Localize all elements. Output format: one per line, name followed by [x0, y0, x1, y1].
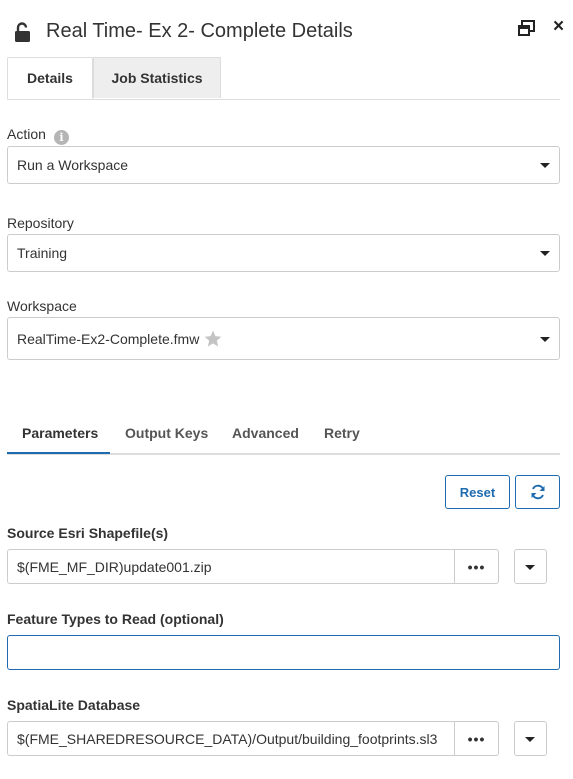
main-tabs: Details Job Statistics	[7, 57, 560, 100]
browse-spatialite-button[interactable]: •••	[455, 721, 499, 756]
workspace-value-wrap: RealTime-Ex2-Complete.fmw	[17, 329, 223, 349]
job-details-panel: Real Time- Ex 2- Complete Details × Deta…	[0, 0, 573, 779]
repository-value: Training	[17, 245, 68, 261]
panel-header: Real Time- Ex 2- Complete Details ×	[0, 0, 573, 56]
tab-job-statistics[interactable]: Job Statistics	[93, 57, 221, 98]
spatialite-input[interactable]: $(FME_SHAREDRESOURCE_DATA)/Output/buildi…	[7, 721, 455, 756]
spatialite-value: $(FME_SHAREDRESOURCE_DATA)/Output/buildi…	[17, 730, 438, 747]
workspace-label: Workspace	[7, 298, 77, 314]
source-shapefile-value: $(FME_MF_DIR)update001.zip	[17, 558, 212, 575]
popout-window-icon[interactable]	[517, 20, 535, 38]
chevron-down-icon	[540, 163, 550, 168]
tab-parameters[interactable]: Parameters	[22, 425, 98, 441]
close-icon[interactable]: ×	[553, 17, 564, 37]
spatialite-options-dropdown[interactable]	[514, 721, 547, 756]
source-options-dropdown[interactable]	[514, 549, 547, 584]
chevron-down-icon	[540, 336, 550, 342]
repository-select[interactable]: Training	[7, 234, 560, 272]
action-label: Action i	[7, 126, 69, 145]
tab-details[interactable]: Details	[7, 57, 93, 99]
spatialite-label: SpatiaLite Database	[7, 697, 141, 713]
refresh-button[interactable]	[515, 475, 560, 509]
unlock-icon	[15, 22, 30, 42]
chevron-down-icon	[525, 564, 535, 570]
star-icon[interactable]	[203, 329, 223, 349]
refresh-icon	[531, 484, 544, 500]
browse-source-button[interactable]: •••	[455, 549, 499, 584]
repository-label: Repository	[7, 215, 74, 231]
source-shapefile-label: Source Esri Shapefile(s)	[7, 525, 169, 541]
tab-retry[interactable]: Retry	[324, 425, 360, 441]
workspace-value: RealTime-Ex2-Complete.fmw	[17, 330, 200, 347]
workspace-select[interactable]: RealTime-Ex2-Complete.fmw	[7, 317, 560, 360]
chevron-down-icon	[540, 251, 550, 256]
panel-title: Real Time- Ex 2- Complete Details	[46, 20, 353, 42]
chevron-down-icon	[525, 736, 535, 742]
parameter-tabs: Parameters Output Keys Advanced Retry	[7, 412, 560, 455]
feature-types-input[interactable]	[7, 635, 560, 670]
source-shapefile-input[interactable]: $(FME_MF_DIR)update001.zip	[7, 549, 455, 584]
tab-output-keys[interactable]: Output Keys	[125, 425, 208, 441]
feature-types-label: Feature Types to Read (optional)	[7, 611, 224, 627]
info-icon[interactable]: i	[53, 130, 69, 145]
action-select[interactable]: Run a Workspace	[7, 146, 560, 184]
action-label-text: Action	[7, 126, 46, 142]
active-tab-indicator	[7, 452, 110, 454]
tab-advanced[interactable]: Advanced	[232, 425, 299, 441]
action-value: Run a Workspace	[17, 157, 129, 173]
reset-button[interactable]: Reset	[445, 475, 510, 509]
